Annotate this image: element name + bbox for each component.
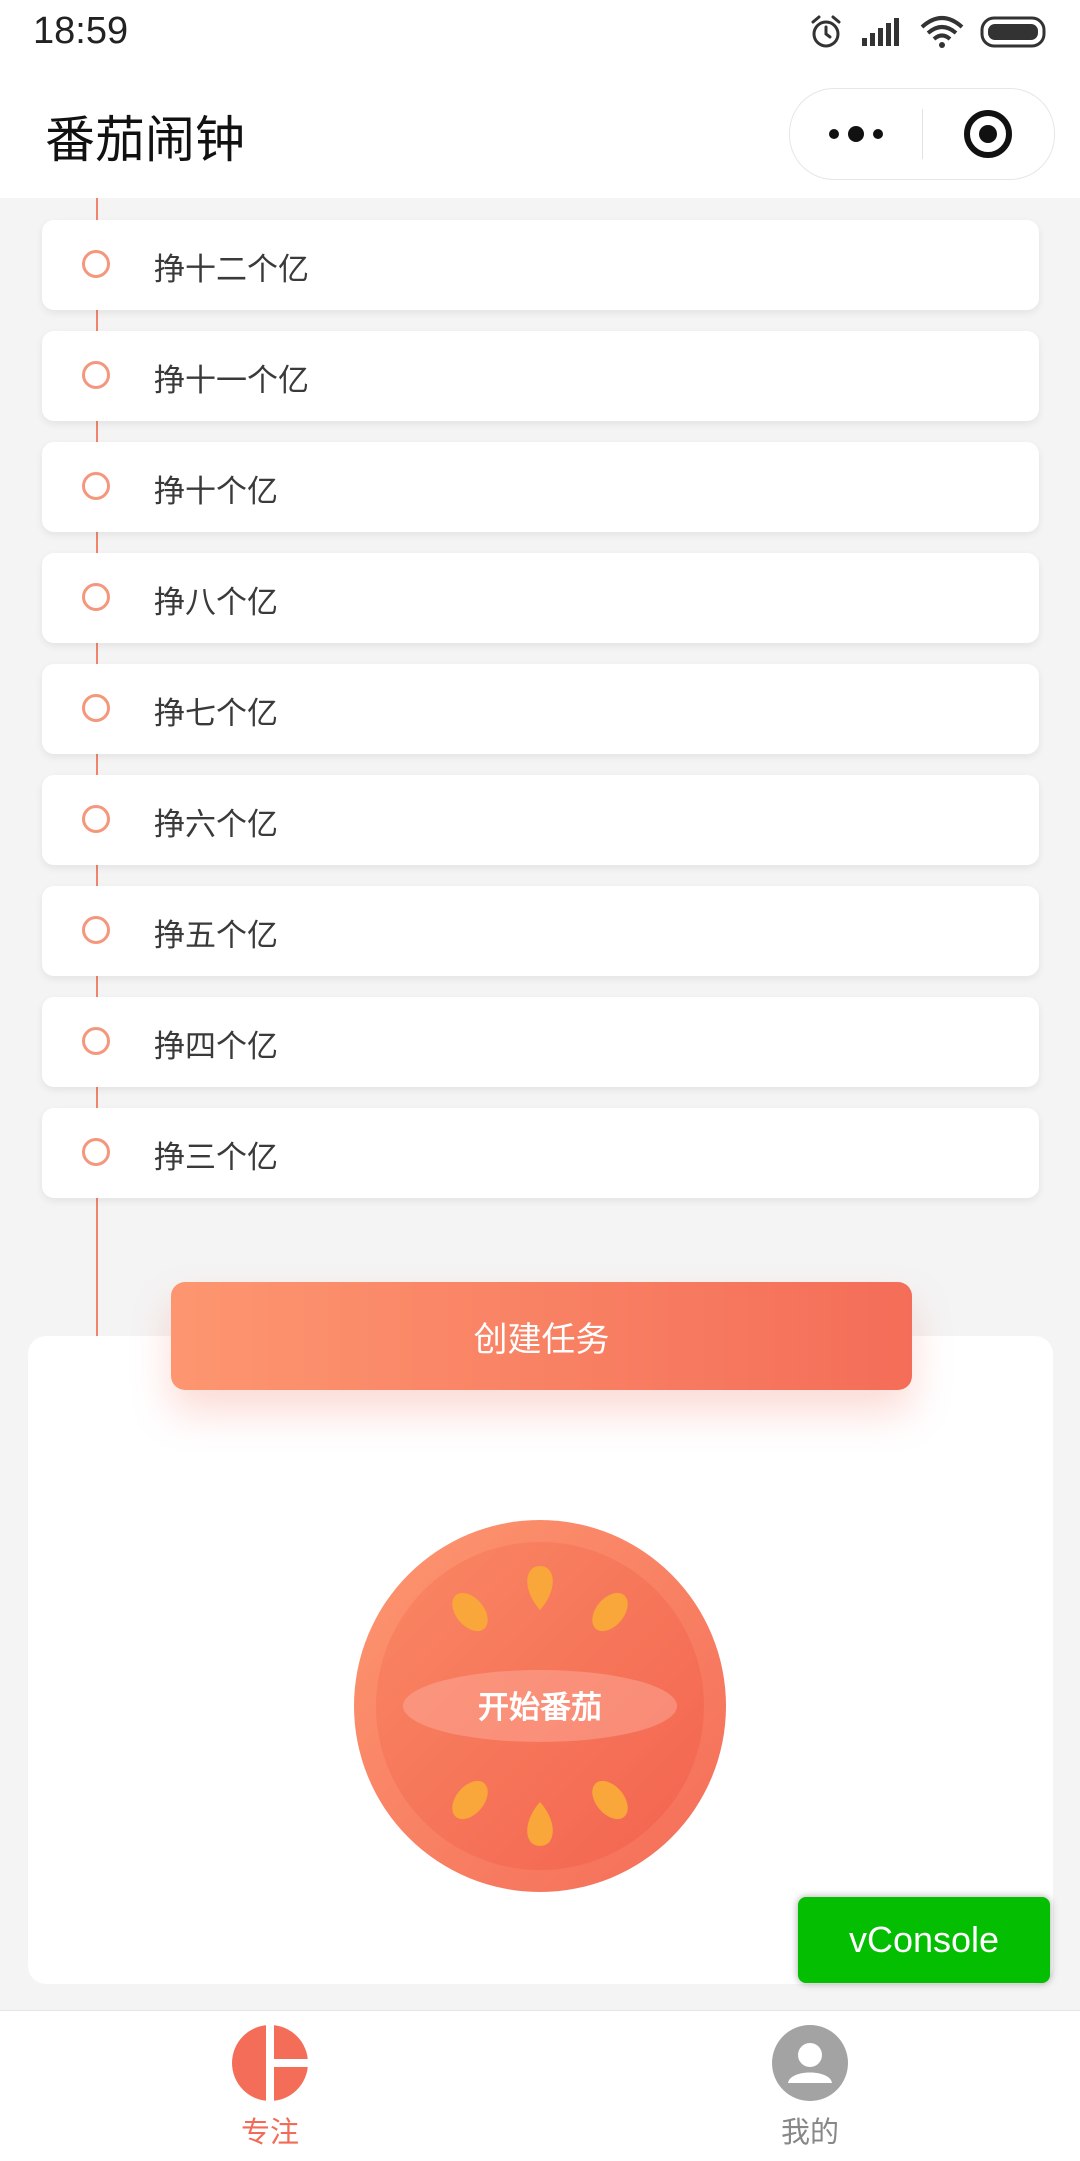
task-item[interactable]: 挣十个亿 <box>42 442 1039 532</box>
more-dots-icon <box>828 126 883 142</box>
task-item[interactable]: 挣十一个亿 <box>42 331 1039 421</box>
mini-program-capsule <box>789 88 1055 180</box>
close-mini-program-button[interactable] <box>923 89 1055 179</box>
alarm-icon <box>811 15 841 48</box>
tab-mine[interactable]: 我的 <box>710 2023 910 2151</box>
task-radio-circle[interactable] <box>82 583 110 611</box>
task-radio-circle[interactable] <box>82 361 110 389</box>
status-time: 18:59 <box>33 10 129 52</box>
task-label: 挣八个亿 <box>154 585 278 621</box>
task-label: 挣五个亿 <box>154 918 278 954</box>
task-item[interactable]: 挣五个亿 <box>42 886 1039 976</box>
tab-mine-label: 我的 <box>780 2115 839 2149</box>
task-radio-circle[interactable] <box>82 1027 110 1055</box>
page-title: 番茄闹钟 <box>45 111 245 169</box>
task-radio-circle[interactable] <box>82 916 110 944</box>
task-item[interactable]: 挣七个亿 <box>42 664 1039 754</box>
status-icons <box>808 14 1050 50</box>
vconsole-button[interactable]: vConsole <box>798 1897 1050 1983</box>
status-bar: 18:59 <box>0 0 1080 68</box>
task-radio-circle[interactable] <box>82 694 110 722</box>
tab-focus-label: 专注 <box>240 2115 299 2149</box>
task-label: 挣四个亿 <box>154 1029 278 1065</box>
task-item[interactable]: 挣四个亿 <box>42 997 1039 1087</box>
nav-bar: 番茄闹钟 <box>0 68 1080 198</box>
create-task-button[interactable]: 创建任务 <box>171 1282 912 1390</box>
task-label: 挣十个亿 <box>154 474 278 510</box>
start-tomato-label: 开始番茄 <box>478 1690 602 1726</box>
task-item[interactable]: 挣十二个亿 <box>42 220 1039 310</box>
user-avatar-icon <box>772 2025 848 2101</box>
tab-bar: 专注 我的 <box>0 2010 1080 2161</box>
task-radio-circle[interactable] <box>82 805 110 833</box>
target-icon <box>964 110 1013 158</box>
task-item[interactable]: 挣六个亿 <box>42 775 1039 865</box>
tomato-tab-icon <box>232 2025 310 2101</box>
more-button[interactable] <box>790 89 922 179</box>
task-label: 挣七个亿 <box>154 696 278 732</box>
task-radio-circle[interactable] <box>82 472 110 500</box>
signal-icon <box>862 18 899 46</box>
battery-icon <box>980 16 1046 48</box>
task-label: 挣六个亿 <box>154 807 278 843</box>
wifi-icon <box>920 16 964 48</box>
task-label: 挣十一个亿 <box>154 363 309 399</box>
task-radio-circle[interactable] <box>82 1138 110 1166</box>
task-list: 挣十二个亿 挣十一个亿 挣十个亿 挣八个亿 挣七个亿 挣六个亿 挣五个亿 挣四个… <box>42 220 1039 1219</box>
task-label: 挣十二个亿 <box>154 252 309 288</box>
task-label: 挣三个亿 <box>154 1140 278 1176</box>
tab-focus[interactable]: 专注 <box>170 2023 370 2151</box>
task-radio-circle[interactable] <box>82 250 110 278</box>
task-item[interactable]: 挣三个亿 <box>42 1108 1039 1198</box>
task-item[interactable]: 挣八个亿 <box>42 553 1039 643</box>
